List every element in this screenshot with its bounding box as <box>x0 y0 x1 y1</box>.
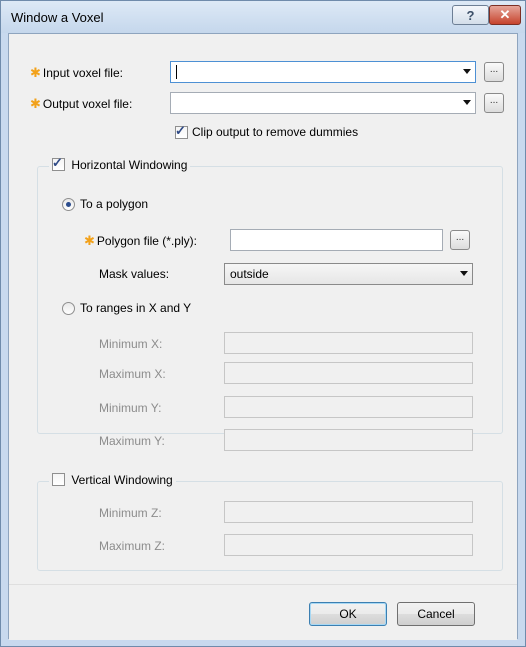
max-y-input[interactable] <box>224 429 473 451</box>
close-button[interactable]: ✕ <box>489 5 521 25</box>
input-voxel-combo[interactable] <box>170 61 476 83</box>
polygon-file-browse-button[interactable]: ... <box>450 230 470 250</box>
min-x-label: Minimum X: <box>99 337 163 351</box>
output-voxel-label: Output voxel file: <box>42 97 133 111</box>
max-y-label: Maximum Y: <box>99 434 165 448</box>
chevron-down-icon[interactable] <box>463 100 471 105</box>
vertical-windowing-title[interactable]: Vertical Windowing <box>71 473 172 487</box>
output-voxel-label-row: ✱ Output voxel file: <box>30 96 132 112</box>
min-y-label: Minimum Y: <box>99 401 162 415</box>
checkmark-icon: ✓ <box>52 155 63 171</box>
vertical-windowing-header: Vertical Windowing <box>49 473 176 489</box>
ok-button[interactable]: OK <box>309 602 387 626</box>
polygon-file-label-row: ✱ Polygon file (*.ply): <box>84 233 197 249</box>
radio-selected-dot <box>66 202 71 207</box>
to-polygon-label[interactable]: To a polygon <box>80 197 148 211</box>
mask-values-value: outside <box>230 267 269 281</box>
checkmark-icon: ✓ <box>175 123 186 138</box>
polygon-file-input[interactable] <box>230 229 443 251</box>
dialog-body: ✱ Input voxel file: ... ✱ Output voxel fil… <box>8 33 518 640</box>
chevron-down-icon[interactable] <box>460 271 468 276</box>
cancel-button[interactable]: Cancel <box>397 602 475 626</box>
window-title: Window a Voxel <box>11 10 104 25</box>
clip-output-label[interactable]: Clip output to remove dummies <box>192 125 358 139</box>
vertical-windowing-checkbox[interactable] <box>52 473 65 487</box>
to-ranges-label[interactable]: To ranges in X and Y <box>80 301 191 315</box>
text-caret <box>176 65 177 79</box>
min-y-input[interactable] <box>224 396 473 418</box>
input-voxel-label: Input voxel file: <box>42 66 123 80</box>
horizontal-windowing-header: ✓ Horizontal Windowing <box>49 155 191 174</box>
button-bar: OK Cancel <box>9 584 517 640</box>
max-z-label: Maximum Z: <box>99 539 165 553</box>
help-button[interactable]: ? <box>452 5 489 25</box>
input-voxel-label-row: ✱ Input voxel file: <box>30 65 123 81</box>
horizontal-windowing-title[interactable]: Horizontal Windowing <box>71 158 187 172</box>
max-x-input[interactable] <box>224 362 473 384</box>
output-voxel-browse-button[interactable]: ... <box>484 93 504 113</box>
mask-values-label: Mask values: <box>99 267 170 281</box>
required-star-icon: ✱ <box>30 96 41 111</box>
radio-to-ranges[interactable] <box>62 302 75 315</box>
min-x-input[interactable] <box>224 332 473 354</box>
polygon-file-label: Polygon file (*.ply): <box>96 234 197 248</box>
output-voxel-combo[interactable] <box>170 92 476 114</box>
title-bar[interactable]: Window a Voxel ? ✕ <box>1 1 525 33</box>
horizontal-windowing-checkbox[interactable]: ✓ <box>52 155 65 172</box>
max-z-input[interactable] <box>224 534 473 556</box>
min-z-input[interactable] <box>224 501 473 523</box>
mask-values-select[interactable]: outside <box>224 263 473 285</box>
radio-to-polygon[interactable] <box>62 198 75 211</box>
min-z-label: Minimum Z: <box>99 506 162 520</box>
required-star-icon: ✱ <box>30 65 41 80</box>
dialog-window: Window a Voxel ? ✕ ✱ Input voxel file: ..… <box>0 0 526 647</box>
chevron-down-icon[interactable] <box>463 69 471 74</box>
required-star-icon: ✱ <box>84 233 95 248</box>
clip-output-checkbox[interactable]: ✓ <box>175 123 188 139</box>
vertical-windowing-group <box>37 481 503 571</box>
max-x-label: Maximum X: <box>99 367 166 381</box>
input-voxel-browse-button[interactable]: ... <box>484 62 504 82</box>
